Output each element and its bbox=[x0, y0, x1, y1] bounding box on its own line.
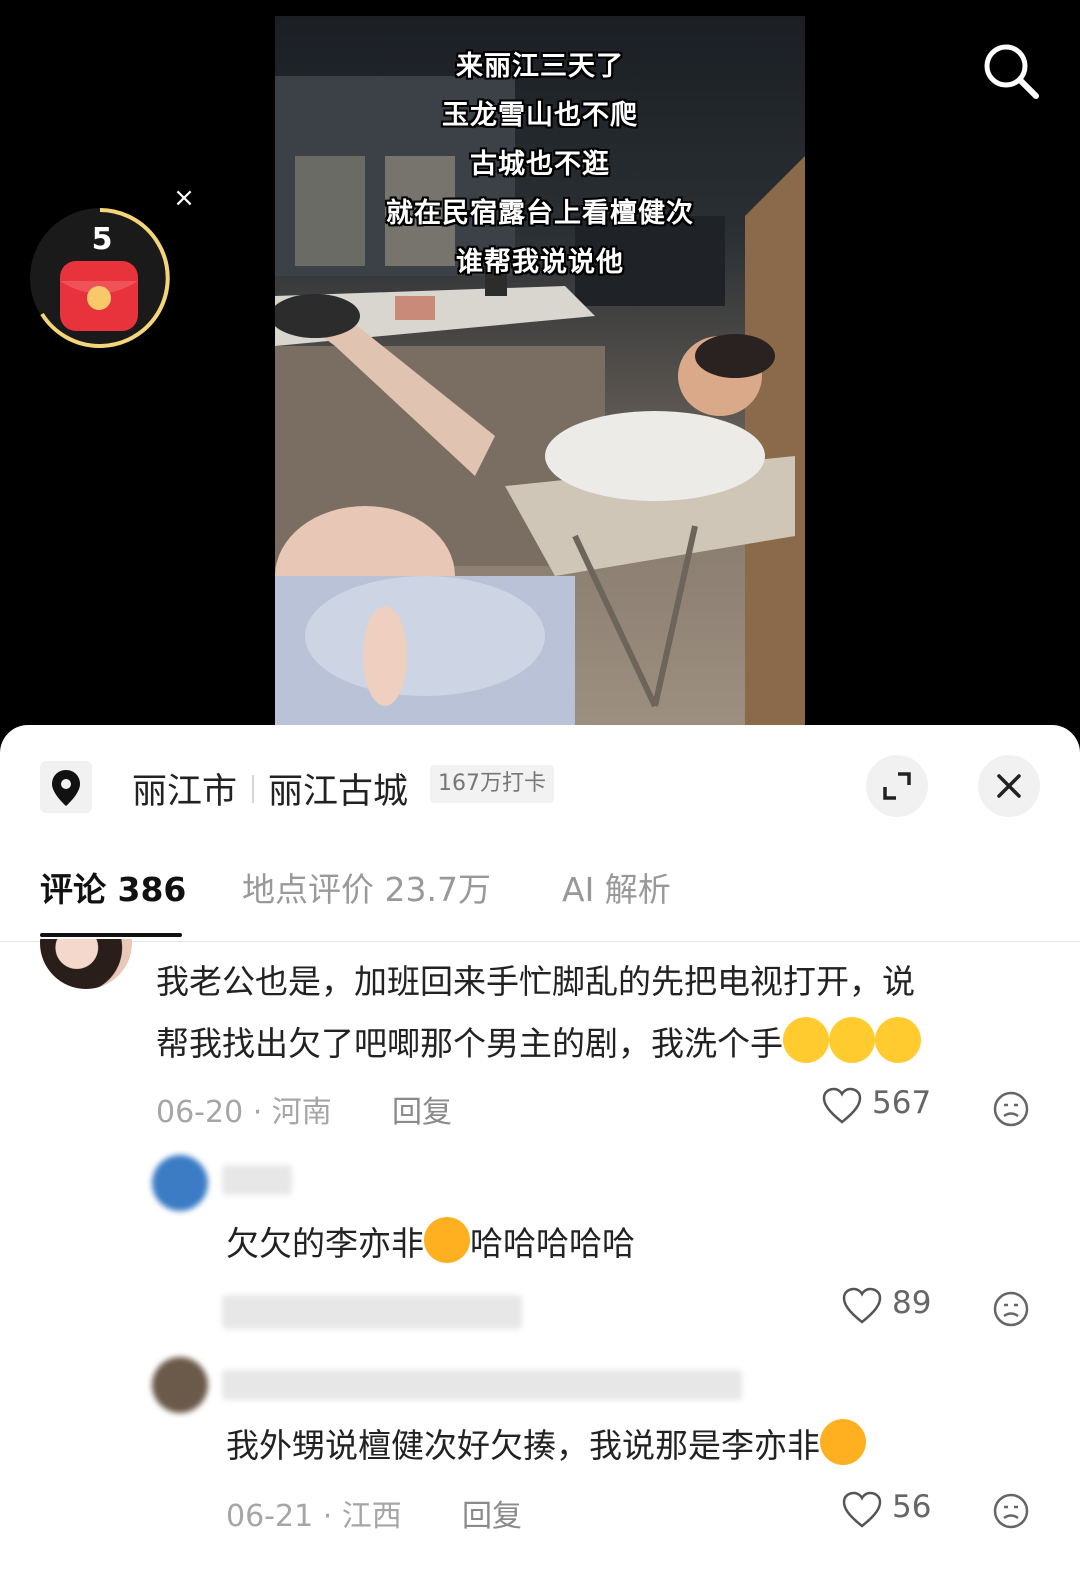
caption-line: 谁帮我说说他 bbox=[456, 247, 624, 278]
like-count: 56 bbox=[892, 1489, 932, 1525]
checkin-count-badge: 167万打卡 bbox=[430, 765, 554, 803]
username-blurred[interactable] bbox=[222, 1370, 742, 1400]
close-icon bbox=[997, 774, 1021, 798]
comment-date-location: 06-20 · 河南 bbox=[156, 1095, 332, 1130]
caption-line: 就在民宿露台上看檀健次 bbox=[386, 198, 694, 229]
avatar[interactable] bbox=[40, 939, 132, 989]
video-captions: 来丽江三天了 玉龙雪山也不爬 古城也不逛 就在民宿露台上看檀健次 谁帮我说说他 bbox=[275, 42, 805, 287]
caption-line: 古城也不逛 bbox=[470, 149, 610, 180]
location-place[interactable]: 丽江古城 bbox=[268, 763, 408, 814]
tab-bar: 评论 386 地点评价 23.7万 AI 解析 bbox=[0, 865, 1080, 942]
comment-text: 我老公也是，加班回来手忙脚乱的先把电视打开，说 帮我找出欠了吧唧那个男主的剧，我… bbox=[156, 951, 1036, 1075]
location-city[interactable]: 丽江市 bbox=[132, 763, 237, 814]
like-button[interactable]: 56 bbox=[842, 1489, 942, 1533]
dislike-face-icon[interactable] bbox=[992, 1290, 1030, 1328]
avatar[interactable] bbox=[152, 1155, 208, 1211]
comment-line: 我老公也是，加班回来手忙脚乱的先把电视打开，说 bbox=[156, 962, 915, 1001]
location-pin-icon bbox=[40, 761, 92, 813]
comment-text: 欠欠的李亦非 哈哈哈哈哈 bbox=[226, 1213, 926, 1275]
heart-icon bbox=[842, 1491, 882, 1528]
expand-icon bbox=[883, 772, 911, 800]
red-packet-count: 5 bbox=[91, 222, 113, 257]
crying-laughing-emoji-icon bbox=[875, 1017, 921, 1063]
comment-line-text: 帮我找出欠了吧唧那个男主的剧，我洗个手 bbox=[156, 1024, 783, 1063]
comment-line: 帮我找出欠了吧唧那个男主的剧，我洗个手 bbox=[156, 1013, 1036, 1075]
caption-line: 来丽江三天了 bbox=[456, 51, 624, 82]
close-icon: × bbox=[173, 183, 195, 213]
dislike-face-icon[interactable] bbox=[992, 1090, 1030, 1128]
comment-date-location: 06-21 · 江西 bbox=[226, 1499, 402, 1534]
red-packet-close-button[interactable]: × bbox=[170, 184, 198, 212]
like-count: 89 bbox=[892, 1285, 932, 1321]
comment-text: 我外甥说檀健次好欠揍，我说那是李亦非 bbox=[226, 1415, 1006, 1477]
comment-meta-blurred bbox=[222, 1295, 522, 1329]
video-frame[interactable]: 来丽江三天了 玉龙雪山也不爬 古城也不逛 就在民宿露台上看檀健次 谁帮我说说他 bbox=[275, 16, 805, 725]
like-count: 567 bbox=[872, 1085, 932, 1121]
caption-line: 玉龙雪山也不爬 bbox=[442, 100, 638, 131]
dislike-face-icon[interactable] bbox=[992, 1492, 1030, 1530]
crying-laughing-emoji-icon bbox=[829, 1017, 875, 1063]
expand-button[interactable] bbox=[866, 755, 928, 817]
tab-comments[interactable]: 评论 386 bbox=[40, 865, 186, 939]
like-button[interactable]: 567 bbox=[822, 1085, 932, 1129]
tab-place-reviews[interactable]: 地点评价 23.7万 bbox=[242, 865, 491, 939]
tab-ai-analysis[interactable]: AI 解析 bbox=[562, 865, 671, 939]
like-button[interactable]: 89 bbox=[842, 1285, 942, 1329]
reply-button[interactable]: 回复 bbox=[392, 1087, 452, 1131]
crying-laughing-emoji-icon bbox=[783, 1017, 829, 1063]
tab-active-indicator bbox=[40, 933, 182, 937]
username-blurred[interactable] bbox=[222, 1165, 292, 1195]
reply-button[interactable]: 回复 bbox=[462, 1491, 522, 1535]
heart-icon bbox=[822, 1087, 862, 1124]
search-icon bbox=[984, 44, 1039, 99]
comment-line-text: 我外甥说檀健次好欠揍，我说那是李亦非 bbox=[226, 1426, 820, 1465]
comment-line-text: 哈哈哈哈哈 bbox=[470, 1224, 635, 1263]
location-row[interactable]: 丽江市 丽江古城 167万打卡 bbox=[40, 755, 1050, 817]
laughing-emoji-icon bbox=[424, 1217, 470, 1263]
comment-sheet: 丽江市 丽江古城 167万打卡 评论 386 地点评价 23.7万 AI 解析 … bbox=[0, 725, 1080, 1585]
comment-line-text: 欠欠的李亦非 bbox=[226, 1224, 424, 1263]
rolling-laughing-emoji-icon bbox=[820, 1419, 866, 1465]
search-button[interactable] bbox=[980, 40, 1044, 104]
location-separator bbox=[252, 775, 254, 803]
close-sheet-button[interactable] bbox=[978, 755, 1040, 817]
video-area[interactable]: 来丽江三天了 玉龙雪山也不爬 古城也不逛 就在民宿露台上看檀健次 谁帮我说说他 … bbox=[0, 0, 1080, 725]
heart-icon bbox=[842, 1287, 882, 1324]
avatar[interactable] bbox=[152, 1357, 208, 1413]
